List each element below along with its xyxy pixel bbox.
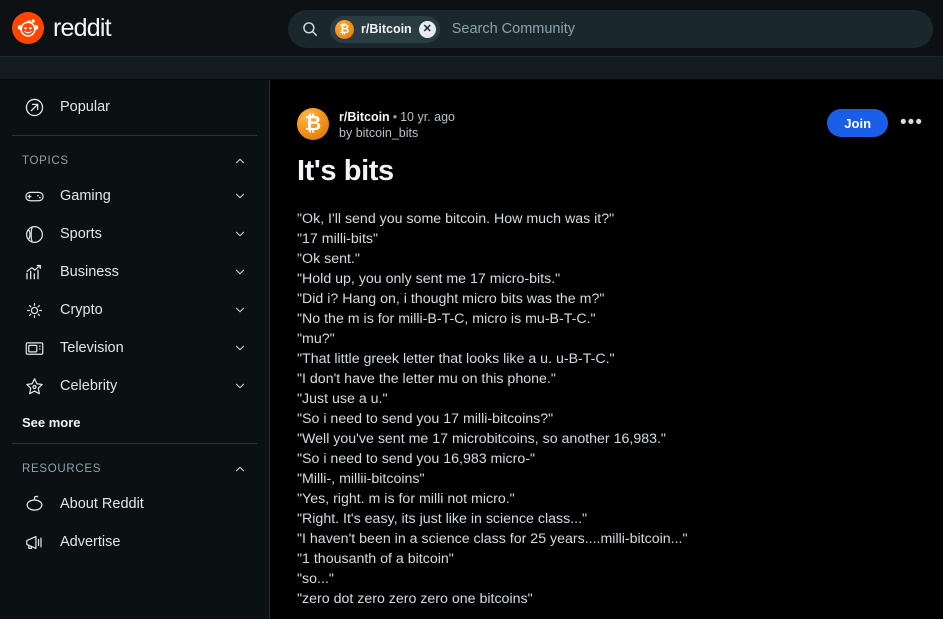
reddit-wordmark: reddit (53, 13, 112, 42)
see-more-button[interactable]: See more (22, 411, 247, 434)
bitcoin-icon: ₿ (297, 108, 329, 140)
chevron-down-icon[interactable] (233, 303, 247, 317)
reddit-alien-icon (12, 12, 44, 44)
sidebar-item-label: About Reddit (60, 496, 144, 512)
post-body-line: "17 milli-bits" (297, 231, 379, 247)
megaphone-icon (22, 530, 46, 554)
join-button[interactable]: Join (827, 109, 889, 137)
sidebar-item-popular[interactable]: Popular (12, 88, 257, 126)
post-meta: r/Bitcoin • 10 yr. ago by bitcoin_bits (339, 108, 827, 142)
post-body-line: "So i need to send you 17 milli-bitcoins… (297, 411, 554, 427)
post-header: ₿ r/Bitcoin • 10 yr. ago by bitcoin_bits J… (297, 108, 923, 142)
sidebar-divider-2 (12, 443, 257, 444)
sidebar-divider-1 (12, 135, 257, 136)
post-body-line: "Milli-, millii-bitcoins" (297, 471, 425, 487)
post-body-line: "Right. It's easy, its just like in scie… (297, 511, 588, 527)
post-body-line: "1 thousanth of a bitcoin" (297, 551, 454, 567)
byline-prefix: by (339, 126, 356, 140)
sidebar-item-label: Celebrity (60, 378, 118, 394)
post-body-line: "Yes, right. m is for milli not micro." (297, 491, 515, 507)
post-body-line: "That little greek letter that looks lik… (297, 351, 615, 367)
left-sidebar[interactable]: Popular TOPICS Gaming Sports Business Cr… (0, 80, 270, 619)
post-body-line: "Just use a u." (297, 391, 388, 407)
post-body-line: "Well you've sent me 17 microbitcoins, s… (297, 431, 666, 447)
search-bar[interactable]: ₿ r/Bitcoin ✕ (288, 10, 933, 48)
sidebar-item-label: Popular (60, 99, 110, 115)
chevron-up-icon[interactable] (233, 154, 247, 168)
post-body-line: "so..." (297, 571, 334, 587)
meta-separator: • (392, 110, 398, 124)
sidebar-item-label: Advertise (60, 534, 121, 550)
post-timestamp: 10 yr. ago (400, 110, 455, 124)
sidebar-item-celebrity[interactable]: Celebrity (12, 367, 257, 405)
post-body-line: "mu?" (297, 331, 335, 347)
bar-chart-icon (22, 260, 46, 284)
post-body-line: "Ok sent." (297, 251, 360, 267)
post-body-line: "So i need to send you 16,983 micro-" (297, 451, 536, 467)
sports-ball-icon (22, 222, 46, 246)
search-input[interactable] (451, 21, 933, 37)
post-meta-line: r/Bitcoin • 10 yr. ago (339, 109, 827, 125)
search-community-chip[interactable]: ₿ r/Bitcoin ✕ (330, 15, 440, 43)
post-body-line: "Ok, I'll send you some bitcoin. How muc… (297, 211, 615, 227)
crypto-sun-icon (22, 298, 46, 322)
sidebar-item-label: Gaming (60, 188, 111, 204)
popular-arrow-icon (22, 95, 46, 119)
post-body-line: "I don't have the letter mu on this phon… (297, 371, 556, 387)
sidebar-item-about-reddit[interactable]: About Reddit (12, 485, 257, 523)
sidebar-item-advertise[interactable]: Advertise (12, 523, 257, 561)
post-body-line: "Did i? Hang on, i thought micro bits wa… (297, 291, 605, 307)
sidebar-item-sports[interactable]: Sports (12, 215, 257, 253)
bitcoin-icon: ₿ (335, 19, 354, 39)
post-body-line: "zero dot zero zero zero one bitcoins" (297, 591, 533, 607)
search-chip-label: r/Bitcoin (361, 22, 412, 36)
chevron-down-icon[interactable] (233, 379, 247, 393)
sidebar-item-label: Sports (60, 226, 102, 242)
star-icon (22, 374, 46, 398)
more-options-icon[interactable]: ••• (900, 109, 923, 137)
sidebar-section-topics[interactable]: TOPICS (12, 145, 257, 177)
sidebar-item-label: Television (60, 340, 124, 356)
post-body-line: "I haven't been in a science class for 2… (297, 531, 688, 547)
search-icon (299, 18, 321, 40)
reddit-home-link[interactable]: reddit (12, 12, 262, 44)
subreddit-link[interactable]: r/Bitcoin (339, 110, 390, 124)
chevron-down-icon[interactable] (233, 341, 247, 355)
sidebar-item-television[interactable]: Television (12, 329, 257, 367)
television-icon (22, 336, 46, 360)
gamepad-icon (22, 184, 46, 208)
post-body: "Ok, I'll send you some bitcoin. How muc… (297, 209, 923, 609)
header-sub-strip (0, 56, 943, 80)
sidebar-section-resources[interactable]: RESOURCES (12, 453, 257, 485)
sidebar-item-gaming[interactable]: Gaming (12, 177, 257, 215)
reddit-snoo-icon (22, 492, 46, 516)
sidebar-item-business[interactable]: Business (12, 253, 257, 291)
chevron-down-icon[interactable] (233, 189, 247, 203)
chevron-down-icon[interactable] (233, 265, 247, 279)
post-body-line: "No the m is for milli-B-T-C, micro is m… (297, 311, 596, 327)
top-header-bar: reddit ₿ r/Bitcoin ✕ (0, 0, 943, 56)
post-title: It's bits (297, 155, 394, 187)
author-link[interactable]: bitcoin_bits (356, 126, 419, 140)
chevron-down-icon[interactable] (233, 227, 247, 241)
sidebar-item-crypto[interactable]: Crypto (12, 291, 257, 329)
post-body-line: "Hold up, you only sent me 17 micro-bits… (297, 271, 561, 287)
post-content-area: ₿ r/Bitcoin • 10 yr. ago by bitcoin_bits J… (271, 80, 943, 619)
close-icon[interactable]: ✕ (418, 20, 436, 38)
section-title-resources: RESOURCES (22, 463, 102, 475)
sidebar-item-label: Crypto (60, 302, 103, 318)
chevron-up-icon[interactable] (233, 462, 247, 476)
post-byline: by bitcoin_bits (339, 125, 827, 142)
sidebar-item-label: Business (60, 264, 119, 280)
section-title-topics: TOPICS (22, 155, 69, 167)
